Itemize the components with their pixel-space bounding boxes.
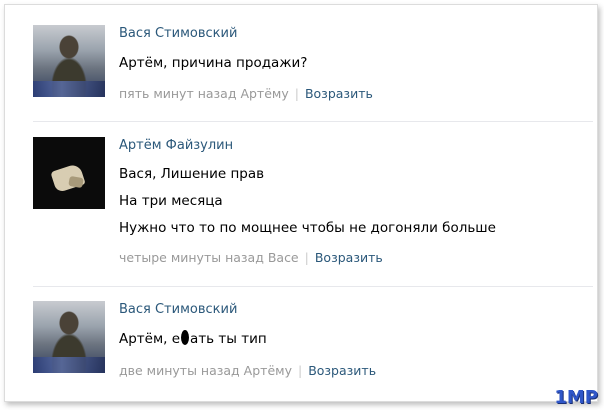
comment-text: Нужно что то по мощнее чтобы не догоняли…: [119, 220, 496, 236]
comment-author[interactable]: Артём Файзулин: [119, 138, 233, 153]
comment-text: На три месяца: [119, 193, 223, 209]
comment-meta: пять минут назад Артёму | Возразить: [119, 86, 373, 101]
comment-author[interactable]: Вася Стимовский: [119, 302, 237, 317]
comment-meta: четыре минуты назад Васе | Возразить: [119, 250, 383, 265]
comment-author[interactable]: Вася Стимовский: [119, 26, 237, 41]
comment-timestamp[interactable]: две минуты назад Артёму: [119, 363, 292, 378]
meta-separator: |: [297, 363, 303, 378]
comment-text: Артём, причина продажи?: [119, 55, 308, 71]
reply-link[interactable]: Возразить: [308, 363, 376, 378]
censor-blot: [181, 330, 190, 345]
meta-separator: |: [304, 250, 309, 265]
comment-timestamp[interactable]: четыре минуты назад Васе: [119, 250, 299, 265]
comment-meta: две минуты назад Артёму | Возразить: [119, 363, 376, 378]
reply-link[interactable]: Возразить: [305, 86, 373, 101]
comment-text: Артём, е ать ты тип: [119, 330, 267, 347]
comment-text-part: ать ты тип: [190, 331, 267, 347]
comment-text: Вася, Лишение прав: [119, 166, 265, 182]
avatar[interactable]: [33, 25, 105, 97]
avatar[interactable]: [33, 301, 105, 373]
comment-item: Артём Файзулин Вася, Лишение прав На три…: [5, 123, 597, 291]
comment-item: Вася Стимовский Артём, е ать ты тип две м…: [5, 291, 597, 399]
avatar[interactable]: [33, 137, 105, 209]
comment-divider: [33, 286, 593, 287]
comment-text-part: Артём, е: [119, 331, 181, 347]
meta-separator: |: [294, 86, 299, 101]
comment-timestamp[interactable]: пять минут назад Артёму: [119, 86, 289, 101]
comments-panel: Вася Стимовский Артём, причина продажи? …: [4, 4, 598, 402]
comment-divider: [33, 121, 593, 122]
reply-link[interactable]: Возразить: [315, 250, 383, 265]
watermark-logo: 1MP: [554, 387, 598, 408]
comment-item: Вася Стимовский Артём, причина продажи? …: [5, 5, 597, 123]
